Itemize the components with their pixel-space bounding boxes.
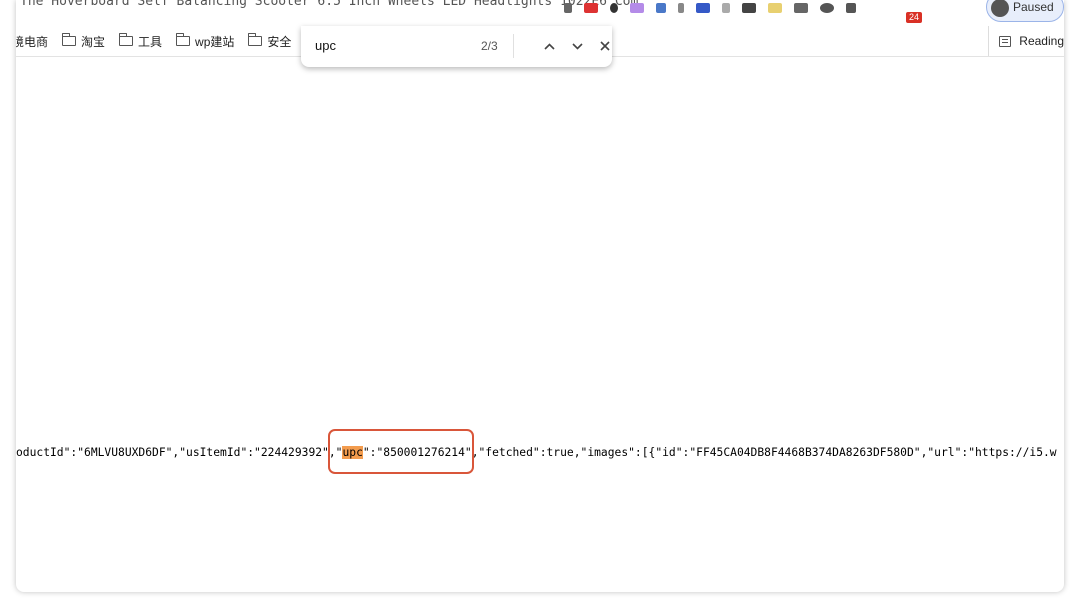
chevron-up-icon [543,42,555,50]
extension-icon[interactable] [794,3,808,13]
folder-icon [176,33,191,46]
browser-window: The Hoverboard Self Balancing Scooter 6.… [16,0,1064,592]
extension-icon[interactable] [610,3,618,13]
reading-list-label: Reading [1019,34,1064,48]
extension-badge: 24 [906,12,923,23]
page-content: oductId":"6MLVU8UXD6DF","usItemId":"2244… [16,57,1064,592]
extension-icon[interactable] [768,3,782,13]
divider [513,34,514,58]
address-bar-text[interactable]: The Hoverboard Self Balancing Scooter 6.… [20,0,638,9]
bookmark-item[interactable]: 跨境电商 [16,33,48,50]
folder-icon [248,33,263,46]
extension-icon[interactable] [696,3,710,13]
bookmark-folder[interactable]: wp建站 [176,33,234,50]
extension-icon[interactable] [584,3,598,13]
avatar [991,0,1009,17]
bookmark-label: 跨境电商 [16,34,49,49]
bookmark-label: 淘宝 [81,34,106,49]
profile-button[interactable]: Paused [986,0,1064,22]
puzzle-icon[interactable] [846,3,856,13]
bookmark-label: 安全 [267,34,292,49]
folder-icon [119,33,134,46]
find-input[interactable] [315,38,455,53]
previous-match-button[interactable] [538,35,560,57]
extension-icon[interactable] [678,3,684,13]
extension-icon[interactable] [630,3,644,13]
find-match-count: 2/3 [481,39,498,53]
extension-icon[interactable] [820,3,834,13]
extension-icon[interactable] [742,3,756,13]
close-icon [600,41,610,51]
bookmark-folder[interactable]: 工具 [119,33,162,50]
bookmark-folder[interactable]: 淘宝 [62,33,105,50]
browser-toolbar: The Hoverboard Self Balancing Scooter 6.… [16,0,1064,26]
annotation-box [328,429,474,474]
reading-list-button[interactable]: Reading [988,26,1064,56]
extension-icon[interactable] [656,3,666,13]
json-text: oductId":"6MLVU8UXD6DF","usItemId":"2244… [16,446,1057,459]
extension-icon[interactable] [564,3,572,13]
bookmark-label: 工具 [138,34,163,49]
json-text-before: oductId":"6MLVU8UXD6DF","usItemId":"2244… [16,446,343,459]
bookmark-label: wp建站 [195,34,235,49]
close-find-button[interactable] [594,35,616,57]
reading-list-icon [999,35,1012,47]
bookmark-folder[interactable]: 安全 [248,33,291,50]
extension-icon[interactable] [722,3,730,13]
find-bar: 2/3 [301,26,612,67]
extensions-bar [564,0,856,26]
profile-label: Paused [1013,0,1054,14]
next-match-button[interactable] [566,35,588,57]
chevron-down-icon [571,42,583,50]
folder-icon [62,33,77,46]
